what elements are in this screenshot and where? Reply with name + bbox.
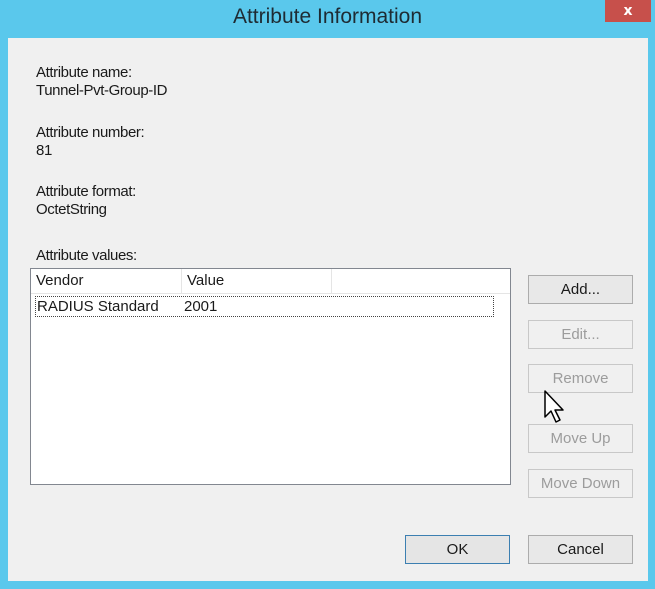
attribute-values-list[interactable]: Vendor Value RADIUS Standard 2001: [30, 268, 511, 485]
column-header-vendor[interactable]: Vendor: [31, 269, 182, 293]
attribute-name-value: Tunnel-Pvt-Group-ID: [36, 82, 168, 99]
title-bar[interactable]: Attribute Information x: [0, 0, 655, 38]
cancel-button[interactable]: Cancel: [528, 535, 633, 564]
header-divider: [31, 293, 510, 294]
attribute-number-label: Attribute number:: [36, 124, 145, 141]
mouse-pointer-icon: [544, 390, 564, 423]
attribute-values-label: Attribute values:: [36, 247, 137, 264]
attribute-format-label: Attribute format:: [36, 183, 136, 200]
move-down-button[interactable]: Move Down: [528, 469, 633, 498]
close-button[interactable]: x: [605, 0, 651, 22]
attribute-format-value: OctetString: [36, 201, 107, 218]
edit-button[interactable]: Edit...: [528, 320, 633, 349]
attribute-information-dialog: Attribute Information x Attribute name: …: [0, 0, 655, 589]
attribute-number-value: 81: [36, 142, 52, 159]
move-up-button[interactable]: Move Up: [528, 424, 633, 453]
close-icon: x: [623, 3, 633, 19]
table-row[interactable]: RADIUS Standard 2001: [35, 296, 494, 317]
ok-button[interactable]: OK: [405, 535, 510, 564]
dialog-title: Attribute Information: [232, 5, 423, 28]
attribute-name-label: Attribute name:: [36, 64, 132, 81]
add-button[interactable]: Add...: [528, 275, 633, 304]
cell-vendor: RADIUS Standard: [37, 298, 159, 315]
cell-value: 2001: [184, 298, 218, 315]
column-header-value[interactable]: Value: [182, 269, 332, 293]
